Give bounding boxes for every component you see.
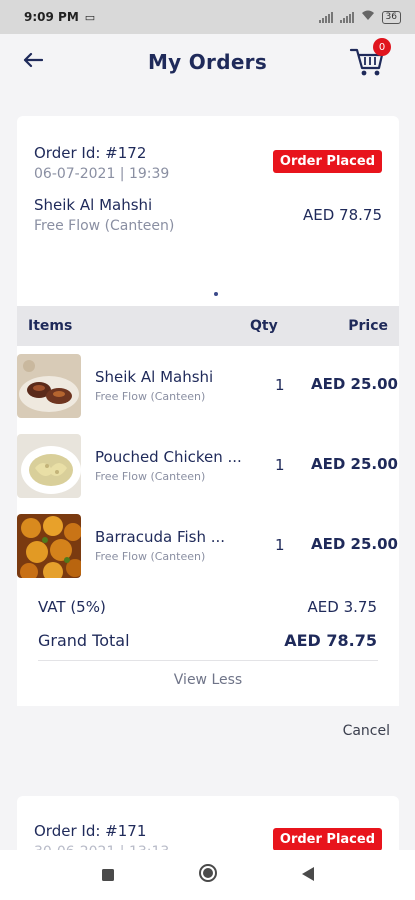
order-totals: VAT (5%) AED 3.75 Grand Total AED 78.75 … bbox=[17, 588, 399, 706]
status-badge: Order Placed bbox=[272, 828, 382, 851]
cart-button[interactable]: 0 bbox=[349, 38, 391, 82]
order-item-row: Sheik Al Mahshi Free Flow (Canteen) 1 AE… bbox=[17, 354, 415, 418]
signal-icon bbox=[318, 11, 333, 23]
item-name: Barracuda Fish ... bbox=[95, 528, 226, 546]
home-icon bbox=[198, 863, 218, 887]
item-location: Free Flow (Canteen) bbox=[95, 470, 206, 483]
food-image bbox=[17, 514, 81, 578]
divider bbox=[38, 660, 378, 661]
system-back-button[interactable] bbox=[293, 860, 323, 890]
recent-apps-button[interactable] bbox=[93, 860, 123, 890]
order-summary: Order Id: #172 06-07-2021 | 19:39 Order … bbox=[17, 116, 399, 306]
battery-icon: 36 bbox=[381, 10, 401, 24]
status-icons: 36 bbox=[318, 10, 401, 24]
item-price: AED 25.00 bbox=[311, 375, 398, 393]
signal-icon-2 bbox=[339, 11, 354, 23]
item-price: AED 25.00 bbox=[311, 535, 398, 553]
item-name: Sheik Al Mahshi bbox=[95, 368, 214, 386]
column-header-items: Items bbox=[28, 318, 73, 334]
status-bar: 9:09 PM ▭ 36 bbox=[0, 0, 415, 34]
app-header: My Orders 0 bbox=[0, 34, 415, 90]
back-button[interactable] bbox=[18, 47, 48, 77]
vat-value: AED 3.75 bbox=[307, 598, 377, 616]
arrow-left-icon bbox=[23, 52, 44, 72]
grand-total-value: AED 78.75 bbox=[284, 631, 377, 650]
cart-icon bbox=[349, 48, 385, 82]
cancel-order-button[interactable]: Cancel bbox=[343, 723, 390, 739]
page-indicator-dot bbox=[214, 292, 218, 296]
item-qty: 1 bbox=[275, 376, 285, 394]
order-id: Order Id: #171 bbox=[34, 822, 147, 840]
page-title: My Orders bbox=[147, 50, 268, 74]
status-time: 9:09 PM bbox=[24, 10, 79, 24]
summary-item-location: Free Flow (Canteen) bbox=[34, 218, 175, 234]
item-location: Free Flow (Canteen) bbox=[95, 390, 206, 403]
order-datetime: 06-07-2021 | 19:39 bbox=[34, 166, 170, 182]
item-location: Free Flow (Canteen) bbox=[95, 550, 206, 563]
back-triangle-icon bbox=[301, 866, 314, 885]
view-less-button[interactable]: View Less bbox=[17, 672, 399, 688]
order-item-row: Pouched Chicken ... Free Flow (Canteen) … bbox=[17, 434, 415, 498]
column-header-qty: Qty bbox=[250, 318, 278, 334]
grand-total-label: Grand Total bbox=[38, 631, 130, 650]
item-qty: 1 bbox=[275, 536, 285, 554]
system-nav-bar bbox=[0, 850, 415, 900]
item-name: Pouched Chicken ... bbox=[95, 448, 242, 466]
vat-label: VAT (5%) bbox=[38, 598, 106, 616]
food-image bbox=[17, 434, 81, 498]
laptop-icon: ▭ bbox=[84, 10, 96, 24]
home-button[interactable] bbox=[193, 860, 223, 890]
cart-count-badge: 0 bbox=[373, 38, 391, 56]
food-image bbox=[17, 354, 81, 418]
order-card[interactable]: Order Id: #172 06-07-2021 | 19:39 Order … bbox=[17, 116, 399, 706]
summary-item-name: Sheik Al Mahshi bbox=[34, 196, 153, 214]
wifi-icon bbox=[361, 10, 375, 24]
items-table-header: Items Qty Price bbox=[17, 306, 399, 346]
order-total: AED 78.75 bbox=[303, 206, 382, 224]
recent-apps-icon bbox=[101, 866, 114, 885]
status-badge: Order Placed bbox=[272, 150, 382, 173]
order-id: Order Id: #172 bbox=[34, 144, 147, 162]
item-qty: 1 bbox=[275, 456, 285, 474]
order-item-row: Barracuda Fish ... Free Flow (Canteen) 1… bbox=[17, 514, 415, 578]
item-price: AED 25.00 bbox=[311, 455, 398, 473]
column-header-price: Price bbox=[348, 318, 388, 334]
